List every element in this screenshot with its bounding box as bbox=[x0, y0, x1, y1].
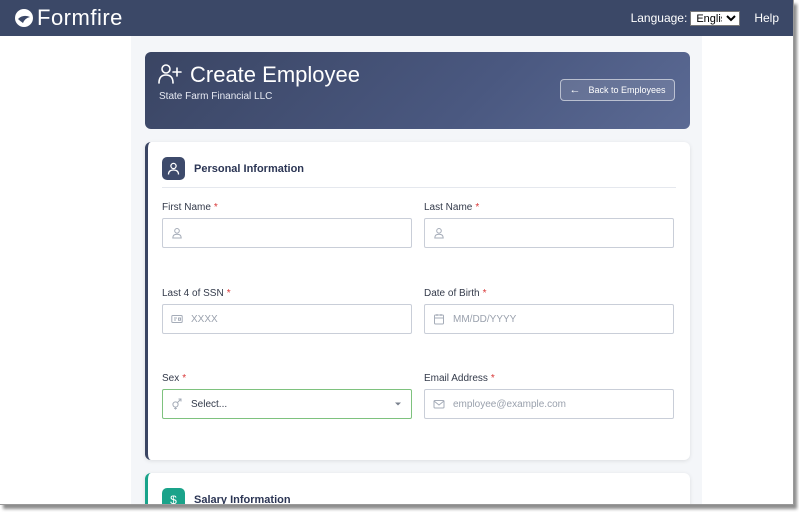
required-marker: * bbox=[482, 288, 487, 299]
required-marker: * bbox=[182, 373, 187, 384]
dob-label-text: Date of Birth bbox=[424, 288, 480, 299]
id-card-icon bbox=[171, 315, 183, 323]
gender-icon bbox=[172, 398, 182, 410]
section-title-personal: Personal Information bbox=[194, 163, 305, 175]
required-marker: * bbox=[213, 202, 218, 213]
calendar-icon bbox=[434, 314, 444, 325]
add-user-icon bbox=[158, 64, 182, 84]
required-marker: * bbox=[226, 288, 231, 299]
language-label: Language: bbox=[630, 11, 688, 25]
top-navbar: Formfire Language: English Help bbox=[0, 0, 793, 36]
last-name-input[interactable] bbox=[424, 218, 674, 248]
ssn-label-text: Last 4 of SSN bbox=[162, 288, 224, 299]
salary-information-section: $ Salary Information bbox=[145, 473, 690, 505]
brand[interactable]: Formfire bbox=[14, 5, 123, 31]
dollar-icon: $ bbox=[162, 488, 185, 504]
date-of-birth-input[interactable]: MM/DD/YYYY bbox=[424, 304, 674, 334]
company-name: State Farm Financial LLC bbox=[159, 91, 273, 102]
email-label: Email Address * bbox=[424, 373, 495, 384]
section-title-salary: Salary Information bbox=[194, 494, 291, 505]
page-header: Create Employee State Farm Financial LLC… bbox=[145, 52, 690, 129]
page-title: Create Employee bbox=[190, 62, 360, 87]
nav-right: Language: English Help bbox=[630, 10, 779, 26]
dob-label: Date of Birth * bbox=[424, 288, 487, 299]
mail-icon bbox=[433, 400, 445, 409]
first-name-label: First Name * bbox=[162, 202, 218, 213]
sex-select[interactable]: Select... bbox=[162, 389, 412, 419]
sex-label: Sex * bbox=[162, 373, 186, 384]
user-icon bbox=[162, 157, 185, 180]
sex-label-text: Sex bbox=[162, 373, 180, 384]
user-icon bbox=[172, 228, 182, 239]
language-select[interactable]: English bbox=[690, 10, 741, 26]
email-label-text: Email Address bbox=[424, 373, 488, 384]
required-marker: * bbox=[475, 202, 480, 213]
email-input[interactable]: employee@example.com bbox=[424, 389, 674, 419]
help-link[interactable]: Help bbox=[754, 11, 779, 25]
section-divider bbox=[162, 187, 676, 188]
last-name-label: Last Name * bbox=[424, 202, 479, 213]
first-name-label-text: First Name bbox=[162, 202, 211, 213]
chevron-down-icon bbox=[395, 402, 401, 406]
sex-select-value: Select... bbox=[191, 398, 228, 410]
formfire-logo-icon bbox=[15, 9, 33, 27]
dob-placeholder: MM/DD/YYYY bbox=[453, 313, 517, 325]
back-button-label: Back to Employees bbox=[588, 85, 666, 95]
back-to-employees-button[interactable]: ← Back to Employees bbox=[560, 79, 675, 101]
personal-information-section: Personal Information First Name * Last Na… bbox=[145, 142, 690, 460]
browser-window: Formfire Language: English Help Create E… bbox=[0, 0, 794, 505]
user-icon bbox=[434, 228, 444, 239]
ssn-input[interactable]: XXXX bbox=[162, 304, 412, 334]
ssn-placeholder: XXXX bbox=[191, 313, 218, 325]
last-name-label-text: Last Name bbox=[424, 202, 473, 213]
first-name-input[interactable] bbox=[162, 218, 412, 248]
ssn-label: Last 4 of SSN * bbox=[162, 288, 231, 299]
brand-name: Formfire bbox=[37, 5, 123, 30]
required-marker: * bbox=[490, 373, 495, 384]
arrow-left-icon: ← bbox=[569, 84, 581, 96]
email-placeholder: employee@example.com bbox=[453, 398, 566, 410]
